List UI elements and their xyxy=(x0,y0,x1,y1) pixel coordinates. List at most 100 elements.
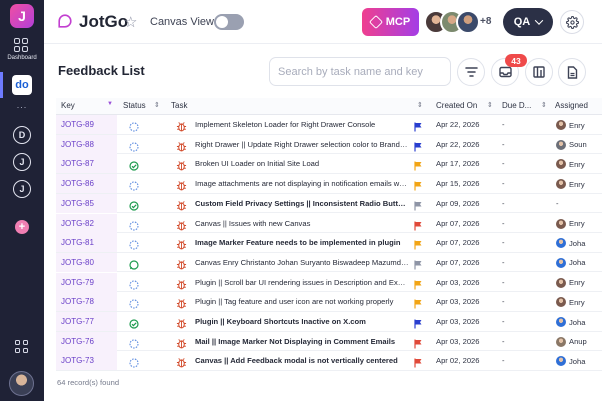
status-done-icon[interactable] xyxy=(129,158,139,171)
export-button[interactable] xyxy=(558,58,586,86)
canvas-view-toggle[interactable] xyxy=(214,14,244,30)
status-done-icon[interactable] xyxy=(129,316,139,329)
project-d[interactable]: D xyxy=(13,126,31,144)
priority-flag-icon[interactable] xyxy=(414,119,423,132)
table-row[interactable]: JOTG-79 Plugin || Scroll bar UI rendering… xyxy=(56,272,602,293)
search-input[interactable] xyxy=(269,57,451,86)
sort-updown-icon[interactable]: ⇕ xyxy=(487,101,493,109)
filter-button[interactable] xyxy=(457,58,485,86)
assignee[interactable]: Enry xyxy=(556,119,585,131)
task-summary[interactable]: Canvas || Add Feedback modal is not vert… xyxy=(195,356,409,365)
task-summary[interactable]: Plugin || Tag feature and user icon are … xyxy=(195,297,409,306)
assignee[interactable]: Joha xyxy=(556,257,585,269)
assignee[interactable]: Joha xyxy=(556,316,585,328)
workspace-switcher[interactable]: do xyxy=(12,75,32,95)
table-row[interactable]: JOTG-80 Canvas Enry Christanto Johan Sury… xyxy=(56,252,602,273)
project-j-2[interactable]: J xyxy=(13,180,31,198)
col-key[interactable]: Key xyxy=(61,101,75,110)
table-row[interactable]: JOTG-78 Plugin || Tag feature and user ic… xyxy=(56,292,602,312)
table-row[interactable]: JOTG-89 Implement Skeleton Loader for Rig… xyxy=(56,115,602,135)
task-summary[interactable]: Canvas Enry Christanto Johan Suryanto Bi… xyxy=(195,258,409,267)
columns-button[interactable] xyxy=(525,58,553,86)
member-avatars[interactable]: +8 xyxy=(424,8,496,36)
task-key[interactable]: JOTG-85 xyxy=(61,199,94,208)
member-avatar[interactable] xyxy=(456,10,480,34)
task-summary[interactable]: Image Marker Feature needs to be impleme… xyxy=(195,238,409,247)
sort-updown-icon[interactable]: ⇕ xyxy=(417,101,423,109)
project-j-1[interactable]: J xyxy=(13,153,31,171)
priority-flag-icon[interactable] xyxy=(414,257,423,270)
task-key[interactable]: JOTG-76 xyxy=(61,337,94,346)
status-open-icon[interactable] xyxy=(129,218,139,231)
assignee[interactable]: Enry xyxy=(556,158,585,170)
task-summary[interactable]: Mail || Image Marker Not Displaying in C… xyxy=(195,337,409,346)
status-done-icon[interactable] xyxy=(129,198,139,211)
apps-grid-icon[interactable] xyxy=(15,340,28,353)
task-key[interactable]: JOTG-79 xyxy=(61,278,94,287)
priority-flag-icon[interactable] xyxy=(414,237,423,250)
status-open-icon[interactable] xyxy=(129,139,139,152)
add-project-button[interactable]: + xyxy=(15,220,29,234)
assignee[interactable]: Joha xyxy=(556,237,585,249)
table-row[interactable]: JOTG-77 Plugin || Keyboard Shortcuts Inac… xyxy=(56,312,602,332)
table-row[interactable]: JOTG-85 Custom Field Privacy Settings || … xyxy=(56,193,602,214)
member-overflow-count[interactable]: +8 xyxy=(480,16,491,27)
priority-flag-icon[interactable] xyxy=(414,158,423,171)
priority-flag-icon[interactable] xyxy=(414,336,423,349)
priority-flag-icon[interactable] xyxy=(414,316,423,329)
task-key[interactable]: JOTG-80 xyxy=(61,258,94,267)
priority-flag-icon[interactable] xyxy=(414,218,423,230)
sort-icon[interactable]: ▼ xyxy=(107,101,113,107)
priority-flag-icon[interactable] xyxy=(414,355,423,368)
favorite-star-icon[interactable]: ☆ xyxy=(124,13,137,31)
status-open-icon[interactable] xyxy=(129,355,139,368)
assignee[interactable]: Enry xyxy=(556,296,585,308)
col-due[interactable]: Due D... xyxy=(502,101,531,110)
table-row[interactable]: JOTG-86 Image attachments are not display… xyxy=(56,174,602,194)
task-key[interactable]: JOTG-82 xyxy=(61,219,94,228)
status-chat-icon[interactable] xyxy=(129,257,139,270)
status-open-icon[interactable] xyxy=(129,178,139,191)
status-open-icon[interactable] xyxy=(129,336,139,349)
col-assigned[interactable]: Assigned xyxy=(555,101,588,110)
col-created[interactable]: Created On xyxy=(436,101,477,110)
app-logo-badge[interactable]: J xyxy=(10,4,34,28)
status-open-icon[interactable] xyxy=(129,119,139,132)
assignee[interactable]: Soun xyxy=(556,139,587,151)
col-status[interactable]: Status xyxy=(123,101,146,110)
task-summary[interactable]: Canvas || Issues with new Canvas xyxy=(195,219,409,228)
status-open-icon[interactable] xyxy=(129,277,139,290)
task-key[interactable]: JOTG-73 xyxy=(61,356,94,365)
task-summary[interactable]: Plugin || Scroll bar UI rendering issues… xyxy=(195,278,409,287)
table-row[interactable]: JOTG-87 Broken UI Loader on Initial Site … xyxy=(56,154,602,174)
task-key[interactable]: JOTG-81 xyxy=(61,238,94,247)
task-key[interactable]: JOTG-78 xyxy=(61,297,94,306)
assignee[interactable]: Joha xyxy=(556,355,585,367)
role-selector[interactable]: QA xyxy=(503,8,553,36)
assignee[interactable]: Enry xyxy=(556,218,585,230)
task-summary[interactable]: Broken UI Loader on Initial Site Load xyxy=(195,159,409,168)
assignee[interactable]: - xyxy=(556,198,559,210)
sort-updown-icon[interactable]: ⇕ xyxy=(541,101,547,109)
priority-flag-icon[interactable] xyxy=(414,139,423,152)
task-summary[interactable]: Right Drawer || Update Right Drawer sele… xyxy=(195,140,409,149)
task-summary[interactable]: Implement Skeleton Loader for Right Draw… xyxy=(195,120,409,129)
mcp-button[interactable]: MCP xyxy=(362,8,419,36)
task-key[interactable]: JOTG-77 xyxy=(61,317,94,326)
table-row[interactable]: JOTG-88 Right Drawer || Update Right Draw… xyxy=(56,134,602,155)
sort-updown-icon[interactable]: ⇕ xyxy=(154,101,160,109)
settings-gear-icon[interactable] xyxy=(560,10,584,34)
table-row[interactable]: JOTG-76 Mail || Image Marker Not Displayi… xyxy=(56,331,602,352)
assignee[interactable]: Enry xyxy=(556,277,585,289)
task-summary[interactable]: Plugin || Keyboard Shortcuts Inactive on… xyxy=(195,317,409,326)
priority-flag-icon[interactable] xyxy=(414,178,423,191)
priority-flag-icon[interactable] xyxy=(414,198,423,211)
assignee[interactable]: Enry xyxy=(556,178,585,190)
table-row[interactable]: JOTG-82 Canvas || Issues with new Canvas A… xyxy=(56,213,602,233)
assignee[interactable]: Anup xyxy=(556,336,587,348)
dashboard-icon[interactable] xyxy=(14,38,28,52)
col-task[interactable]: Task xyxy=(171,101,187,110)
table-row[interactable]: JOTG-73 Canvas || Add Feedback modal is n… xyxy=(56,351,602,371)
table-row[interactable]: JOTG-81 Image Marker Feature needs to be … xyxy=(56,233,602,253)
status-open-icon[interactable] xyxy=(129,237,139,250)
